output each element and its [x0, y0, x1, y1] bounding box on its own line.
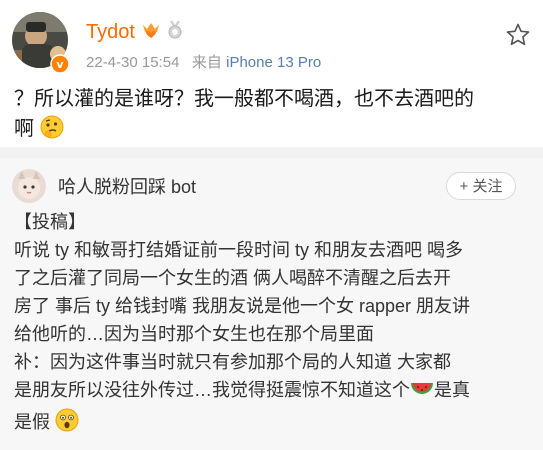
astonished-face-emoji-icon [55, 408, 79, 440]
post-date: 22-4-30 15:54 [86, 54, 180, 71]
username[interactable]: Tydot [86, 21, 135, 44]
repost-line: 补：因为这件事当时就只有参加那个局的人知道 大家都 [14, 352, 451, 372]
thinking-face-emoji-icon [40, 115, 64, 148]
repost-card[interactable]: 哈人脱粉回踩 bot + 关注 【投稿】 听说 ty 和敏哥打结婚证前一段时间 … [0, 158, 543, 450]
star-icon[interactable] [505, 22, 531, 48]
follow-button[interactable]: + 关注 [446, 172, 516, 200]
repost-line: 【投稿】 [14, 212, 86, 232]
repost-author-name[interactable]: 哈人脱粉回踩 bot [58, 173, 196, 199]
section-divider [0, 147, 543, 158]
crown-heart-badge-icon [141, 21, 161, 44]
repost-line: 是朋友所以没往外传过…我觉得挺震惊不知道这个 [14, 380, 410, 400]
device-source[interactable]: iPhone 13 Pro [226, 54, 321, 71]
repost-line: 给他听的…因为当时那个女生也在那个局里面 [14, 324, 374, 344]
repost-line: 是假 [14, 412, 50, 432]
username-row: Tydot [86, 19, 183, 44]
post-text-line: 啊 [14, 118, 34, 140]
weibo-post: v Tydot 22-4-30 15:54 来自 iPhone 13 Pro ？… [0, 0, 543, 147]
repost-line: 房了 事后 ty 给钱封嘴 我朋友说是他一个女 rapper 朋友讲 [14, 296, 471, 316]
repost-line-suffix: 是真 [434, 380, 470, 400]
repost-body: 【投稿】 听说 ty 和敏哥打结婚证前一段时间 ty 和朋友去酒吧 喝多 了之后… [14, 208, 529, 440]
verified-badge-icon: v [50, 54, 70, 74]
repost-line: 了之后灌了同局一个女生的酒 俩人喝醉不清醒之后去开 [14, 268, 451, 288]
post-meta: 22-4-30 15:54 来自 iPhone 13 Pro [86, 51, 321, 72]
svg-text:v: v [56, 58, 64, 71]
source-prefix: 来自 [191, 54, 222, 71]
repost-line: 听说 ty 和敏哥打结婚证前一段时间 ty 和朋友去酒吧 喝多 [14, 240, 464, 260]
post-text-line: ？所以灌的是谁呀？我一般都不喝酒，也不去酒吧的 [14, 88, 474, 110]
medal-badge-icon [167, 19, 183, 44]
repost-author-avatar[interactable] [12, 169, 46, 203]
post-text: ？所以灌的是谁呀？我一般都不喝酒，也不去酒吧的 啊 [14, 84, 524, 148]
watermelon-emoji-icon [410, 378, 434, 408]
